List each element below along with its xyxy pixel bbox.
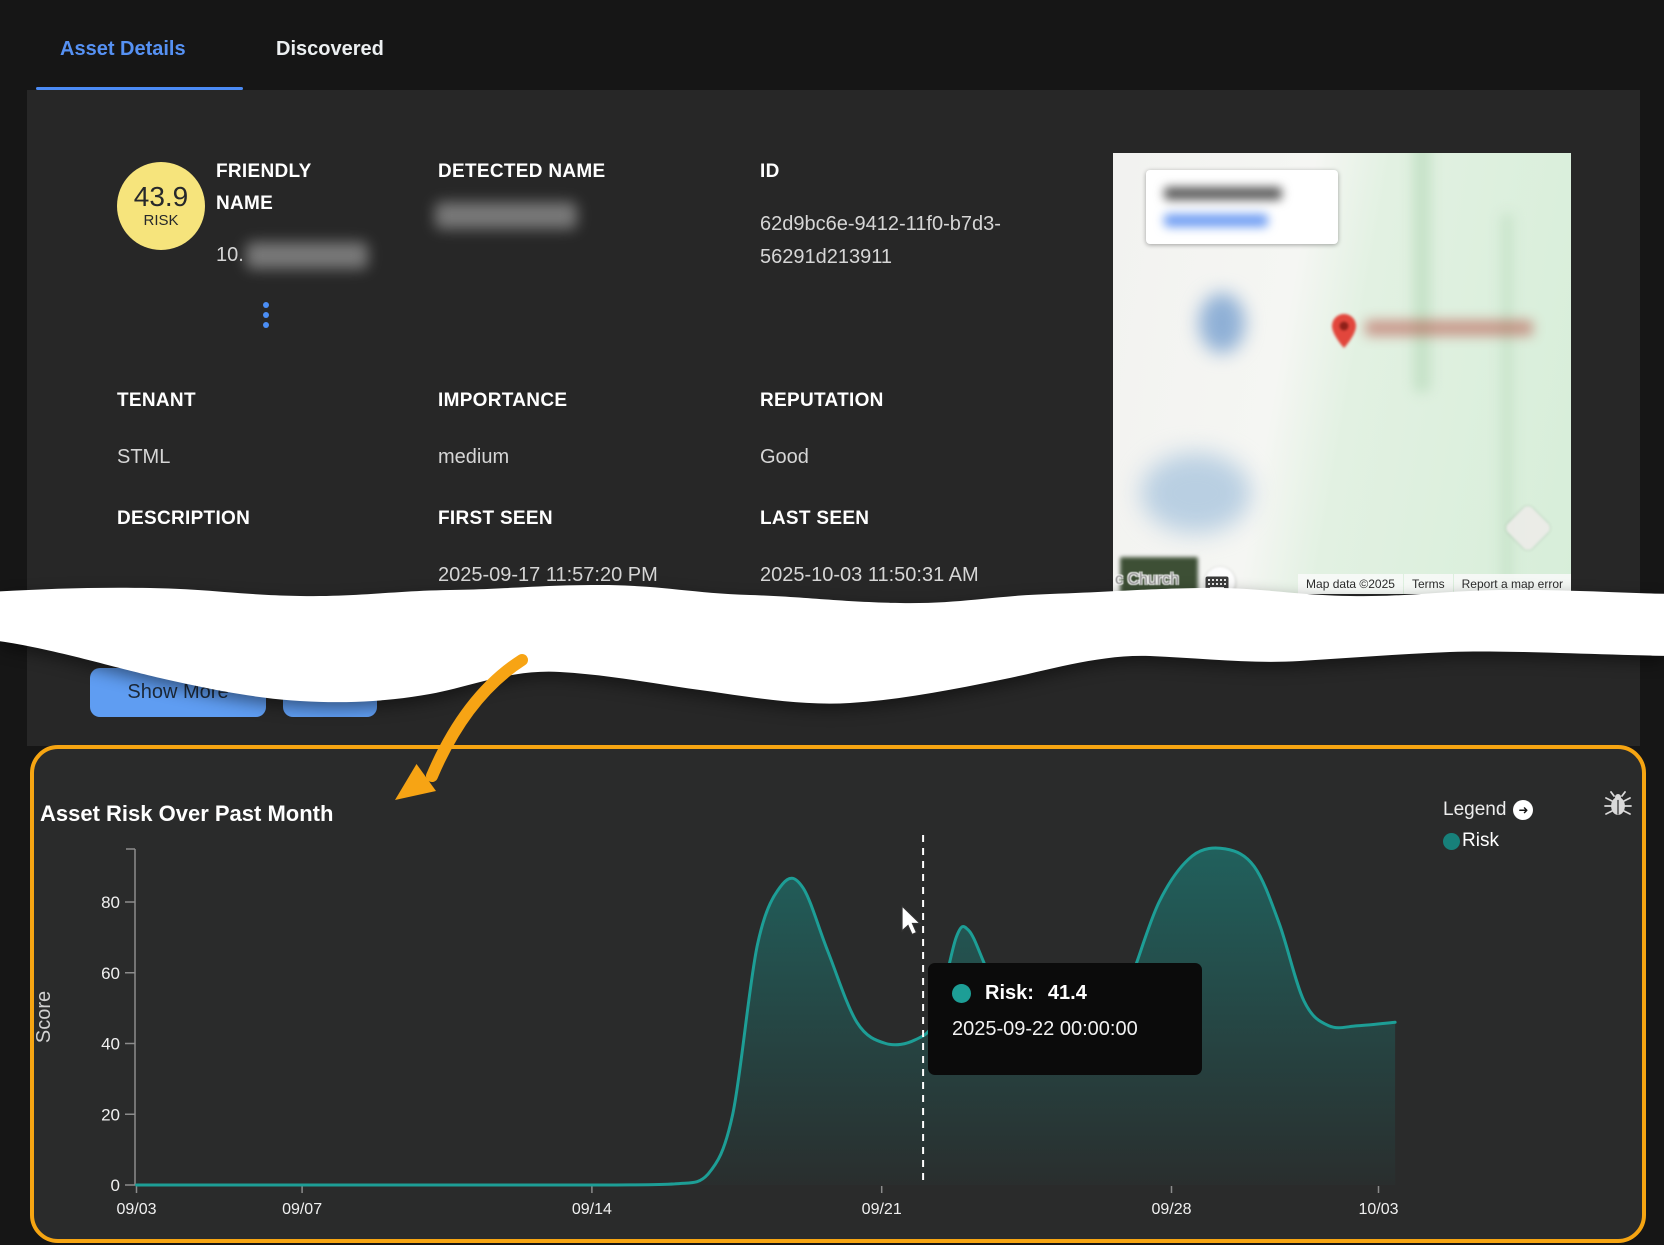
friendly-name-label: FRIENDLY NAME [216,156,366,220]
secondary-action-button[interactable] [283,668,377,717]
map-road-line [1413,153,1431,393]
kebab-menu-button[interactable] [257,302,275,342]
y-tick-label: 0 [111,1176,120,1195]
map-marker-blob [1199,293,1245,353]
redacted-pin-label [1365,320,1533,336]
y-tick-label: 20 [101,1105,120,1124]
risk-score-badge: 43.9 RISK [117,162,205,250]
app-window: Asset Details Discovered 43.9 RISK FRIEN… [0,0,1664,1245]
x-tick-label: 09/03 [116,1201,156,1218]
map-data-credit: Map data ©2025 [1298,574,1403,594]
redacted-detected-name [435,202,577,229]
keyboard-icon[interactable] [1205,576,1229,591]
risk-score-value: 43.9 [134,183,189,211]
id-label: ID [760,156,780,188]
redacted-friendly-name [246,242,368,269]
x-tick-label: 09/28 [1151,1201,1191,1218]
x-tick-label: 09/07 [282,1201,322,1218]
reputation-label: REPUTATION [760,385,884,417]
description-label: DESCRIPTION [117,503,250,535]
tooltip-series-label: Risk: [985,982,1034,1005]
risk-area-fill [137,848,1396,1185]
reputation-value: Good [760,442,809,472]
last-seen-value: 2025-10-03 11:50:31 AM [760,560,979,590]
map-info-card[interactable] [1146,170,1338,244]
map-pin-icon[interactable] [1331,313,1357,349]
tooltip-series-dot [952,984,971,1003]
y-tick-label: 80 [101,893,120,912]
x-tick-label: 09/21 [862,1201,902,1218]
map-report-error-link[interactable]: Report a map error [1454,574,1571,594]
tooltip-timestamp: 2025-09-22 00:00:00 [952,1018,1178,1041]
chart-tooltip: Risk: 41.4 2025-09-22 00:00:00 [928,963,1202,1075]
tenant-label: TENANT [117,385,196,417]
first-seen-label: FIRST SEEN [438,503,553,535]
map-lake-blob [1141,453,1251,533]
redacted-map-link [1164,214,1268,227]
last-seen-label: LAST SEEN [760,503,869,535]
detected-name-label: DETECTED NAME [438,156,606,188]
tooltip-value: 41.4 [1048,982,1087,1005]
y-axis-title: Score [34,991,55,1043]
tab-asset-details[interactable]: Asset Details [60,38,186,61]
tab-bar: Asset Details Discovered [0,0,1664,90]
y-tick-label: 40 [101,1035,120,1054]
risk-area-chart[interactable]: 0 20 40 60 80 Score 09/03 09/07 09/14 09/21 09/28 1… [34,749,1642,1239]
map-attribution: Map data ©2025 Terms Report a map error [1297,574,1571,594]
x-tick-label: 10/03 [1358,1201,1398,1218]
friendly-name-value: 10. [216,240,368,270]
importance-value: medium [438,442,509,472]
show-more-button[interactable]: Show More [90,668,266,717]
risk-chart-section: Asset Risk Over Past Month Legend ➜ Risk… [30,745,1646,1243]
redacted-place-name [1164,187,1282,200]
tab-discovered[interactable]: Discovered [276,38,384,61]
tenant-value: STML [117,442,170,472]
risk-score-unit: RISK [143,212,178,229]
map-place-label: c Church [1115,571,1179,589]
first-seen-value: 2025-09-17 11:57:20 PM [438,560,658,590]
importance-label: IMPORTANCE [438,385,567,417]
location-map[interactable]: c Church Map data ©2025 Terms Report a m… [1113,153,1571,594]
asset-details-panel: 43.9 RISK FRIENDLY NAME 10. DETECTED NAM… [27,90,1640,746]
x-tick-label: 09/14 [572,1201,612,1218]
id-value: 62d9bc6e-9412-11f0-b7d3-56291d213911 [760,208,1010,274]
map-terms-link[interactable]: Terms [1404,574,1453,594]
y-tick-label: 60 [101,964,120,983]
